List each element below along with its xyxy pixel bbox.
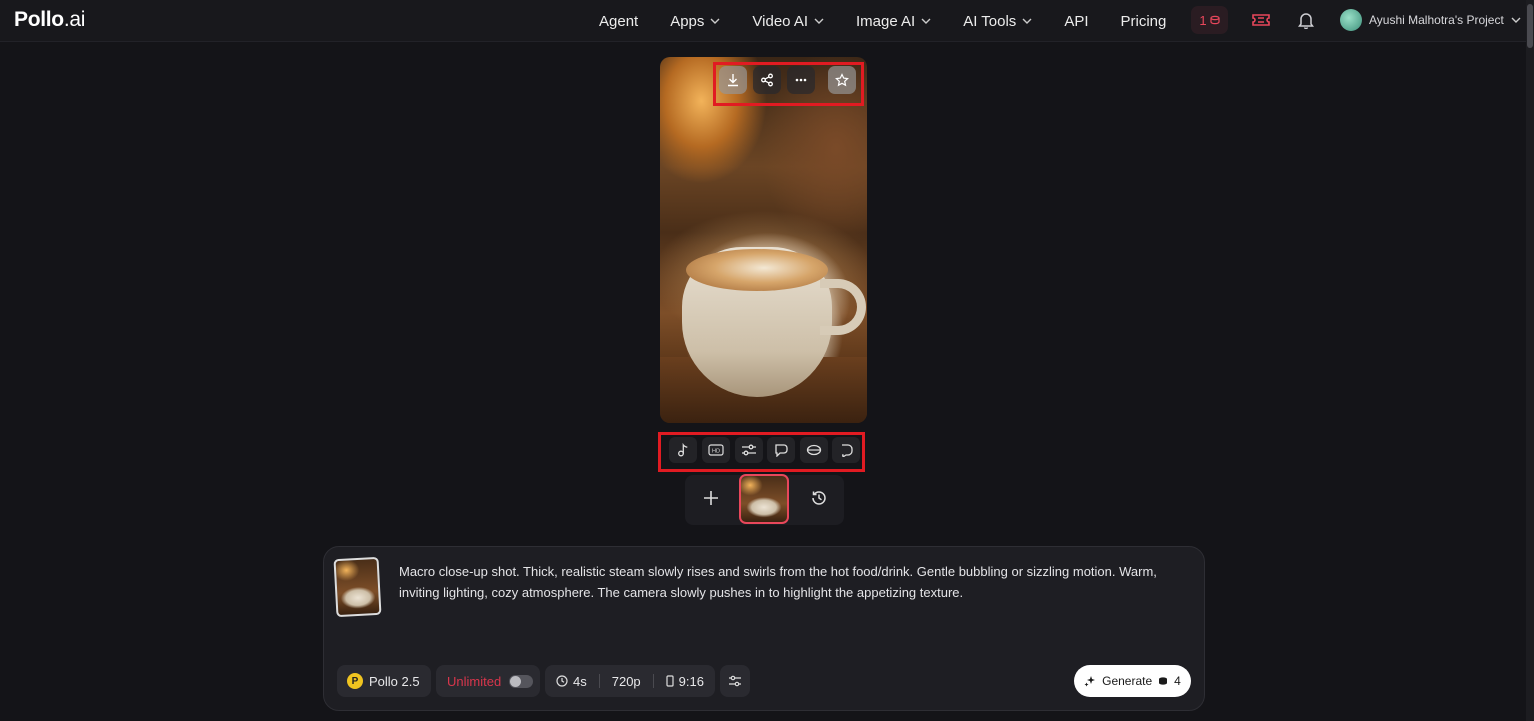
duration-value: 4s [573, 673, 587, 689]
ticket-icon[interactable] [1250, 9, 1272, 31]
hd-upscale-icon: HD [708, 444, 724, 456]
music-note-icon [678, 443, 688, 457]
history-icon [812, 491, 826, 505]
nav-ai-tools[interactable]: AI Tools [963, 13, 1032, 30]
history-button[interactable] [805, 484, 833, 512]
video-settings-selector[interactable]: 4s 720p 9:16 [545, 665, 715, 697]
more-options-button[interactable] [787, 66, 815, 94]
credits-badge[interactable]: 1 [1191, 6, 1228, 34]
project-name: Ayushi Malhotra's Project [1369, 13, 1504, 27]
extend-icon [842, 444, 853, 457]
aspect-ratio-setting[interactable]: 9:16 [666, 674, 704, 689]
divider [652, 674, 654, 688]
favorite-icon [835, 73, 849, 87]
toggle-switch[interactable] [509, 674, 534, 688]
hd-upscale-button[interactable]: HD [702, 437, 730, 463]
nav-agent[interactable]: Agent [599, 13, 638, 30]
sparkle-icon [1084, 676, 1096, 687]
video-preview[interactable] [660, 57, 867, 423]
unlimited-toggle[interactable]: Unlimited [436, 665, 540, 697]
adjust-icon [742, 444, 756, 456]
share-button[interactable] [753, 66, 781, 94]
resolution-setting[interactable]: 720p [612, 674, 641, 689]
cup-handle [820, 279, 866, 335]
generate-button[interactable]: Generate 4 [1074, 665, 1191, 697]
duration-setting[interactable]: 4s [556, 674, 587, 689]
aspect-ratio-value: 9:16 [678, 673, 704, 689]
generate-label: Generate [1102, 674, 1153, 688]
divider [598, 674, 600, 688]
sliders-icon [729, 675, 741, 687]
nav-api[interactable]: API [1064, 13, 1088, 30]
clock-icon [556, 675, 568, 687]
favorite-button[interactable] [828, 66, 856, 94]
share-icon [761, 73, 773, 87]
add-generation-button[interactable] [697, 484, 725, 512]
project-switcher[interactable]: Ayushi Malhotra's Project [1340, 8, 1521, 32]
credits-count: 1 [1199, 12, 1207, 28]
lip-sync-icon [775, 444, 788, 457]
nav-image-ai[interactable]: Image AI [856, 13, 931, 30]
chevron-down-icon [1022, 18, 1032, 24]
generate-cost: 4 [1174, 674, 1181, 688]
selected-generation-thumbnail[interactable] [739, 474, 789, 524]
top-nav: Pollo.ai Agent Apps Video AI Image AI AI… [0, 0, 1534, 42]
model-selector[interactable]: P Pollo 2.5 [337, 665, 431, 697]
adjust-button[interactable] [735, 437, 763, 463]
chevron-down-icon [710, 18, 720, 24]
nav-apps[interactable]: Apps [670, 13, 720, 30]
nav-pricing[interactable]: Pricing [1121, 13, 1167, 30]
lip-sync-button[interactable] [767, 437, 795, 463]
unlimited-label: Unlimited [447, 673, 502, 689]
model-label: Pollo 2.5 [369, 673, 420, 689]
reference-image-thumbnail[interactable] [333, 556, 382, 618]
nav-video-ai[interactable]: Video AI [752, 13, 824, 30]
loop-icon [806, 444, 822, 456]
download-icon [728, 74, 738, 87]
portrait-frame-icon [666, 675, 674, 687]
download-button[interactable] [719, 66, 747, 94]
plus-icon [704, 491, 718, 505]
latte-art [686, 249, 828, 291]
more-icon [795, 78, 807, 82]
advanced-settings-button[interactable] [720, 665, 750, 697]
chevron-down-icon [814, 18, 824, 24]
bell-icon[interactable] [1295, 9, 1317, 31]
coin-stack-icon [1210, 15, 1220, 25]
pollo-model-icon: P [347, 673, 363, 689]
page-scrollbar[interactable] [1526, 0, 1534, 721]
nav-menu: Agent Apps Video AI Image AI AI Tools AP… [599, 0, 1198, 42]
coin-stack-icon [1159, 677, 1168, 685]
loop-button[interactable] [800, 437, 828, 463]
add-music-button[interactable] [669, 437, 697, 463]
scrollbar-thumb[interactable] [1527, 4, 1533, 48]
chevron-down-icon [921, 18, 931, 24]
extend-button[interactable] [832, 437, 860, 463]
pollo-logo[interactable]: Pollo.ai [14, 8, 85, 32]
avatar [1340, 9, 1362, 31]
prompt-input[interactable]: Macro close-up shot. Thick, realistic st… [399, 561, 1189, 603]
chevron-down-icon [1511, 17, 1521, 23]
resolution-value: 720p [611, 673, 641, 689]
svg-text:HD: HD [712, 449, 720, 455]
